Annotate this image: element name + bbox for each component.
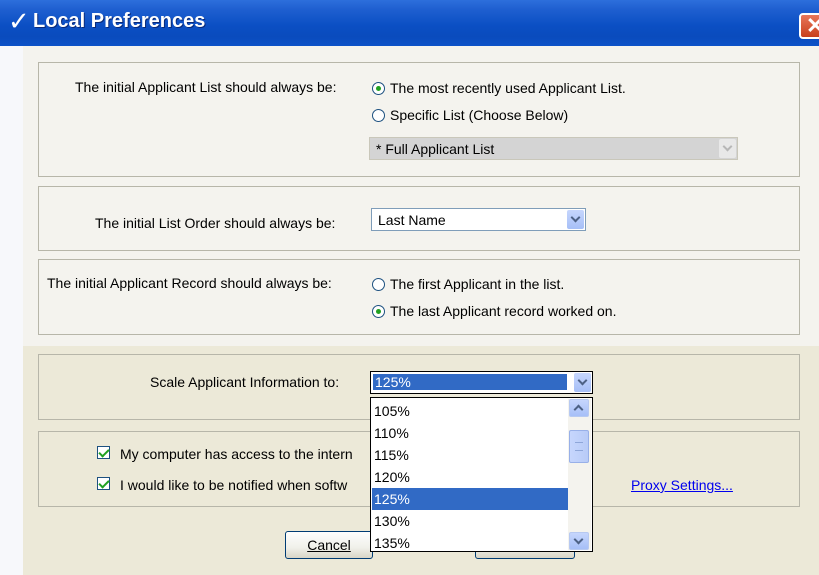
cancel-button-label: Cancel: [307, 537, 351, 553]
scale-value: 125%: [373, 374, 567, 390]
internet-access-label[interactable]: My computer has access to the intern: [120, 446, 353, 462]
radio-specific-list[interactable]: [372, 109, 385, 122]
close-icon: ✕: [806, 13, 819, 38]
specific-list-value: * Full Applicant List: [376, 141, 495, 157]
scale-option[interactable]: 115%: [372, 444, 568, 466]
left-margin: [0, 46, 23, 575]
specific-list-select[interactable]: * Full Applicant List: [369, 137, 738, 160]
scale-option[interactable]: 130%: [372, 510, 568, 532]
title-bar[interactable]: ✓ Local Preferences ✕: [0, 0, 819, 46]
applicant-list-label: The initial Applicant List should always…: [75, 79, 337, 95]
applicant-record-group: [38, 259, 800, 335]
radio-first-applicant[interactable]: [372, 278, 385, 291]
scale-option[interactable]: 135%: [372, 532, 568, 550]
notify-updates-checkbox[interactable]: [97, 477, 110, 490]
list-order-value: Last Name: [378, 212, 446, 228]
radio-recent-list-label[interactable]: The most recently used Applicant List.: [390, 80, 626, 96]
radio-recent-list[interactable]: [372, 82, 385, 95]
list-order-label: The initial List Order should always be:: [95, 215, 336, 231]
scroll-down-icon[interactable]: [569, 532, 589, 550]
radio-specific-list-label[interactable]: Specific List (Choose Below): [390, 107, 568, 123]
local-preferences-dialog: ✓ Local Preferences ✕ The initial Applic…: [0, 0, 819, 575]
window-title: Local Preferences: [33, 10, 206, 32]
close-button[interactable]: ✕: [799, 13, 819, 39]
notify-updates-label[interactable]: I would like to be notified when softw: [120, 477, 347, 493]
scale-option[interactable]: 120%: [372, 466, 568, 488]
scale-dropdown-list[interactable]: 105% 110% 115% 120% 125% 130% 135%: [370, 397, 593, 552]
list-order-select[interactable]: Last Name: [371, 208, 586, 231]
scroll-thumb[interactable]: [569, 430, 589, 463]
dropdown-scrollbar[interactable]: [568, 399, 591, 550]
scroll-up-icon[interactable]: [569, 399, 589, 417]
scale-option[interactable]: 105%: [372, 400, 568, 422]
scale-select[interactable]: 125%: [370, 371, 593, 394]
cancel-button[interactable]: Cancel: [285, 531, 373, 559]
scale-option-selected[interactable]: 125%: [372, 488, 568, 510]
radio-first-applicant-label[interactable]: The first Applicant in the list.: [390, 276, 564, 292]
chevron-down-icon: [719, 139, 736, 158]
scale-label: Scale Applicant Information to:: [150, 374, 340, 390]
radio-last-applicant-label[interactable]: The last Applicant record worked on.: [390, 303, 616, 319]
radio-last-applicant[interactable]: [372, 305, 385, 318]
chevron-down-icon: [567, 210, 584, 229]
applicant-record-label: The initial Applicant Record should alwa…: [47, 275, 332, 291]
internet-access-checkbox[interactable]: [97, 446, 110, 459]
scale-option[interactable]: 110%: [372, 422, 568, 444]
proxy-settings-link[interactable]: Proxy Settings...: [631, 477, 733, 493]
chevron-down-icon: [574, 373, 591, 392]
checkmark-icon: ✓: [8, 7, 30, 37]
